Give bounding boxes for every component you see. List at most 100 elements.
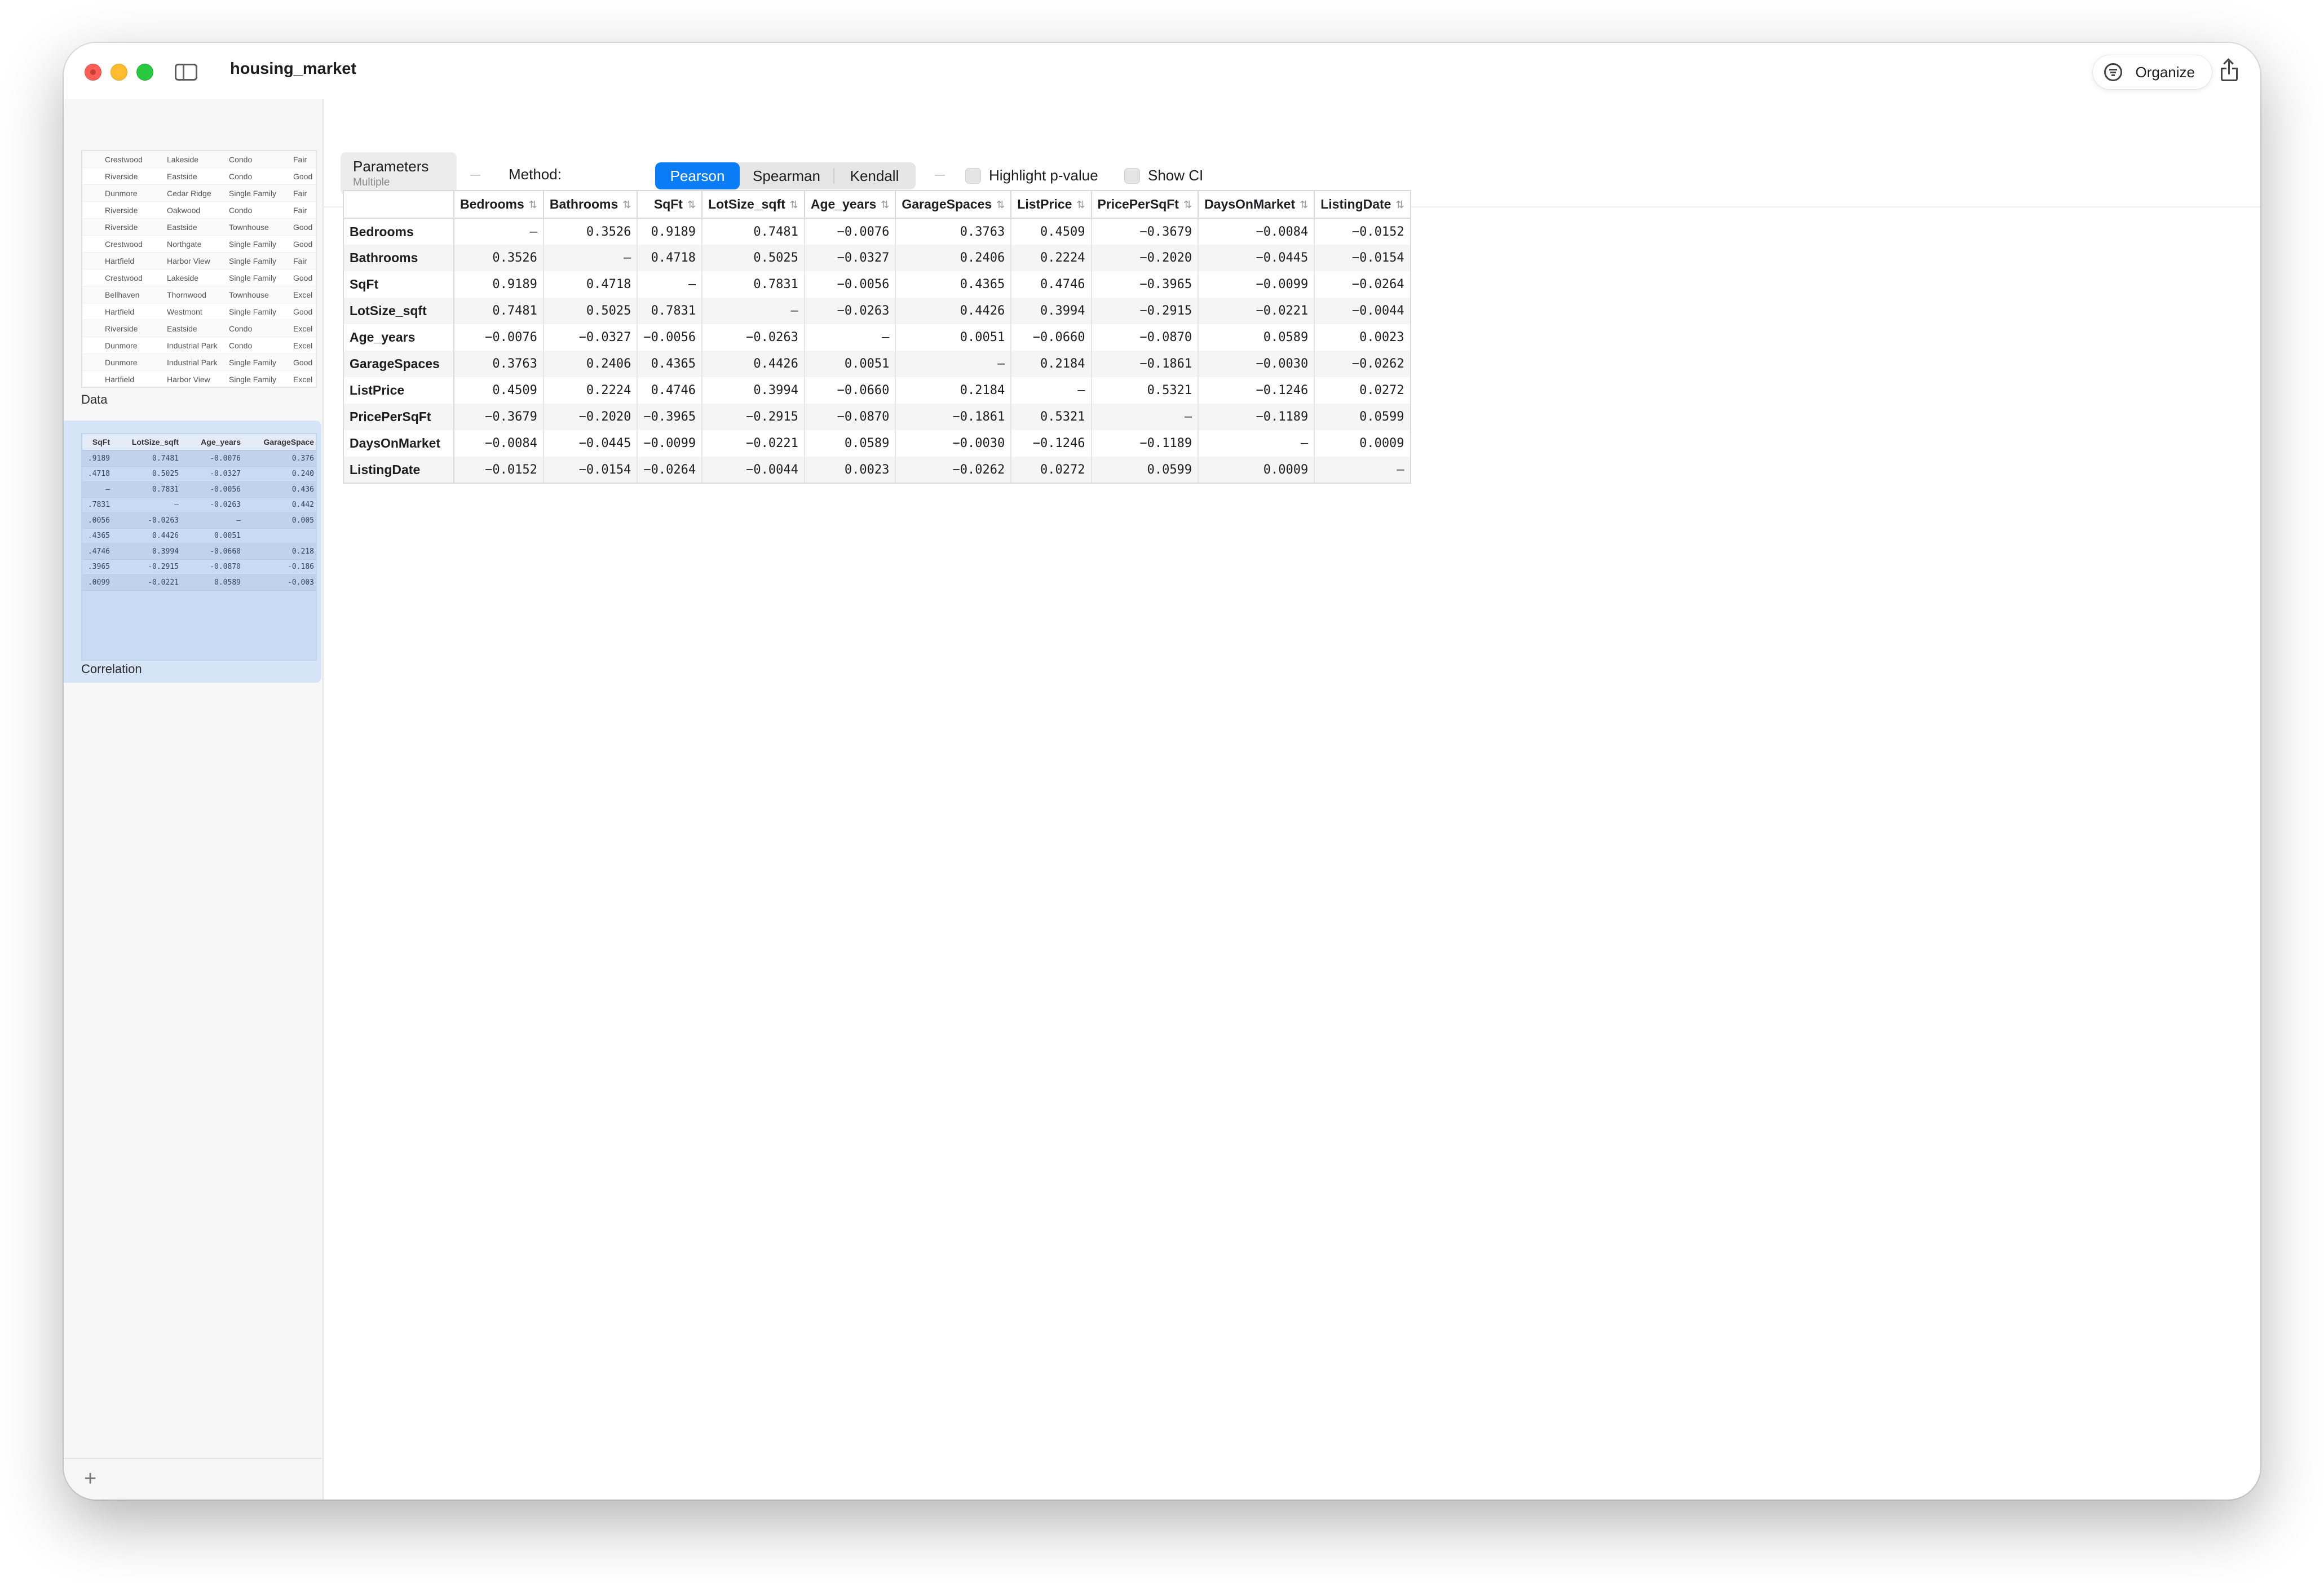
correlation-cell[interactable]: −0.0221 (702, 430, 805, 457)
sort-icon[interactable]: ⇅ (687, 199, 696, 211)
correlation-cell[interactable]: −0.3679 (1091, 218, 1199, 245)
correlation-cell[interactable]: 0.2224 (543, 377, 638, 404)
correlation-cell[interactable]: 0.3994 (1011, 298, 1092, 324)
minimize-window-button[interactable] (111, 64, 127, 81)
correlation-cell[interactable]: 0.3763 (454, 351, 544, 377)
correlation-cell[interactable]: — (1091, 404, 1199, 430)
correlation-cell[interactable]: 0.4365 (895, 271, 1012, 298)
correlation-cell[interactable]: 0.4426 (702, 351, 805, 377)
correlation-cell[interactable]: 0.0009 (1314, 430, 1411, 457)
correlation-cell[interactable]: 0.2184 (1011, 351, 1092, 377)
sidebar-toggle-icon[interactable] (175, 64, 197, 81)
zoom-window-button[interactable] (136, 64, 153, 81)
correlation-cell[interactable]: −0.0044 (1314, 298, 1411, 324)
show-ci-checkbox[interactable]: Show CI (1124, 167, 1203, 184)
organize-button[interactable]: Organize (2092, 55, 2212, 89)
correlation-cell[interactable]: 0.2406 (543, 351, 638, 377)
correlation-cell[interactable]: 0.4746 (1011, 271, 1092, 298)
correlation-cell[interactable]: −0.1861 (1091, 351, 1199, 377)
column-header[interactable]: GarageSpaces ⇅ (895, 190, 1012, 219)
correlation-cell[interactable]: −0.0154 (1314, 245, 1411, 271)
correlation-cell[interactable]: −0.0660 (804, 377, 896, 404)
correlation-cell[interactable]: −0.1189 (1091, 430, 1199, 457)
correlation-cell[interactable]: −0.0445 (1198, 245, 1315, 271)
correlation-cell[interactable]: 0.7481 (454, 298, 544, 324)
correlation-cell[interactable]: −0.0030 (895, 430, 1012, 457)
share-icon[interactable] (2221, 60, 2238, 81)
correlation-cell[interactable]: −0.0660 (1011, 324, 1092, 351)
sort-icon[interactable]: ⇅ (1183, 199, 1192, 211)
sort-icon[interactable]: ⇅ (529, 199, 537, 211)
correlation-cell[interactable]: 0.0009 (1198, 457, 1315, 484)
correlation-cell[interactable]: −0.0221 (1198, 298, 1315, 324)
correlation-cell[interactable]: −0.0084 (1198, 218, 1315, 245)
correlation-cell[interactable]: 0.9189 (454, 271, 544, 298)
correlation-cell[interactable]: −0.3965 (637, 404, 703, 430)
method-option-spearman[interactable]: Spearman (740, 162, 833, 189)
column-header[interactable]: ListPrice ⇅ (1010, 190, 1092, 219)
correlation-cell[interactable]: 0.5025 (543, 298, 638, 324)
correlation-cell[interactable]: — (543, 245, 638, 271)
correlation-cell[interactable]: −0.2915 (702, 404, 805, 430)
correlation-cell[interactable]: −0.0870 (1091, 324, 1199, 351)
column-header[interactable]: Age_years ⇅ (803, 190, 896, 219)
correlation-cell[interactable]: 0.7831 (702, 271, 805, 298)
sort-icon[interactable]: ⇅ (622, 199, 631, 211)
column-header[interactable]: DaysOnMarket ⇅ (1198, 190, 1315, 219)
correlation-cell[interactable]: — (702, 298, 805, 324)
column-header[interactable]: PricePerSqFt ⇅ (1090, 190, 1199, 219)
correlation-cell[interactable]: −0.3965 (1091, 271, 1199, 298)
correlation-cell[interactable]: 0.2184 (895, 377, 1012, 404)
correlation-cell[interactable]: 0.4426 (895, 298, 1012, 324)
correlation-cell[interactable]: 0.4718 (637, 245, 703, 271)
method-option-kendall[interactable]: Kendall (833, 162, 916, 189)
highlight-p-value-checkbox[interactable]: Highlight p-value (965, 167, 1098, 184)
sort-icon[interactable]: ⇅ (996, 199, 1005, 211)
correlation-cell[interactable]: −0.0445 (543, 430, 638, 457)
correlation-cell[interactable]: −0.0030 (1198, 351, 1315, 377)
correlation-cell[interactable]: −0.0327 (543, 324, 638, 351)
add-sheet-button[interactable]: + (84, 1468, 96, 1489)
correlation-cell[interactable]: 0.2224 (1011, 245, 1092, 271)
correlation-cell[interactable]: −0.0076 (804, 218, 896, 245)
column-header[interactable]: ListingDate ⇅ (1314, 190, 1411, 219)
sort-icon[interactable]: ⇅ (1300, 199, 1308, 211)
correlation-cell[interactable]: −0.1189 (1198, 404, 1315, 430)
sort-icon[interactable]: ⇅ (1395, 199, 1404, 211)
correlation-cell[interactable]: — (637, 271, 703, 298)
sidebar-item-data[interactable]: Crestwood Lakeside Condo Fair Riverside Easts… (64, 99, 321, 415)
correlation-cell[interactable]: 0.4509 (1011, 218, 1092, 245)
correlation-cell[interactable]: −0.0327 (804, 245, 896, 271)
correlation-cell[interactable]: −0.0262 (1314, 351, 1411, 377)
correlation-cell[interactable]: 0.3526 (454, 245, 544, 271)
correlation-cell[interactable]: −0.0152 (1314, 218, 1411, 245)
correlation-cell[interactable]: −0.0099 (1198, 271, 1315, 298)
correlation-cell[interactable]: −0.0044 (702, 457, 805, 484)
correlation-cell[interactable]: −0.0262 (895, 457, 1012, 484)
correlation-cell[interactable]: −0.2915 (1091, 298, 1199, 324)
correlation-cell[interactable]: — (804, 324, 896, 351)
correlation-cell[interactable]: 0.3526 (543, 218, 638, 245)
correlation-cell[interactable]: −0.0084 (454, 430, 544, 457)
column-header[interactable]: Bathrooms ⇅ (542, 190, 638, 219)
correlation-cell[interactable]: 0.0051 (895, 324, 1012, 351)
correlation-cell[interactable]: −0.0264 (637, 457, 703, 484)
column-header[interactable]: Bedrooms ⇅ (453, 190, 544, 219)
sort-icon[interactable]: ⇅ (1076, 199, 1085, 211)
correlation-cell[interactable]: 0.3994 (702, 377, 805, 404)
correlation-cell[interactable]: — (1198, 430, 1315, 457)
correlation-cell[interactable]: 0.0272 (1011, 457, 1092, 484)
correlation-cell[interactable]: 0.4365 (637, 351, 703, 377)
correlation-cell[interactable]: 0.5025 (702, 245, 805, 271)
correlation-cell[interactable]: — (1011, 377, 1092, 404)
correlation-cell[interactable]: 0.2406 (895, 245, 1012, 271)
correlation-cell[interactable]: 0.0051 (804, 351, 896, 377)
correlation-cell[interactable]: 0.0023 (1314, 324, 1411, 351)
correlation-cell[interactable]: 0.3763 (895, 218, 1012, 245)
correlation-cell[interactable]: −0.0152 (454, 457, 544, 484)
correlation-cell[interactable]: 0.7831 (637, 298, 703, 324)
correlation-cell[interactable]: 0.4746 (637, 377, 703, 404)
correlation-cell[interactable]: 0.0599 (1091, 457, 1199, 484)
parameters-button[interactable]: Parameters Multiple (341, 152, 457, 195)
correlation-cell[interactable]: — (895, 351, 1012, 377)
